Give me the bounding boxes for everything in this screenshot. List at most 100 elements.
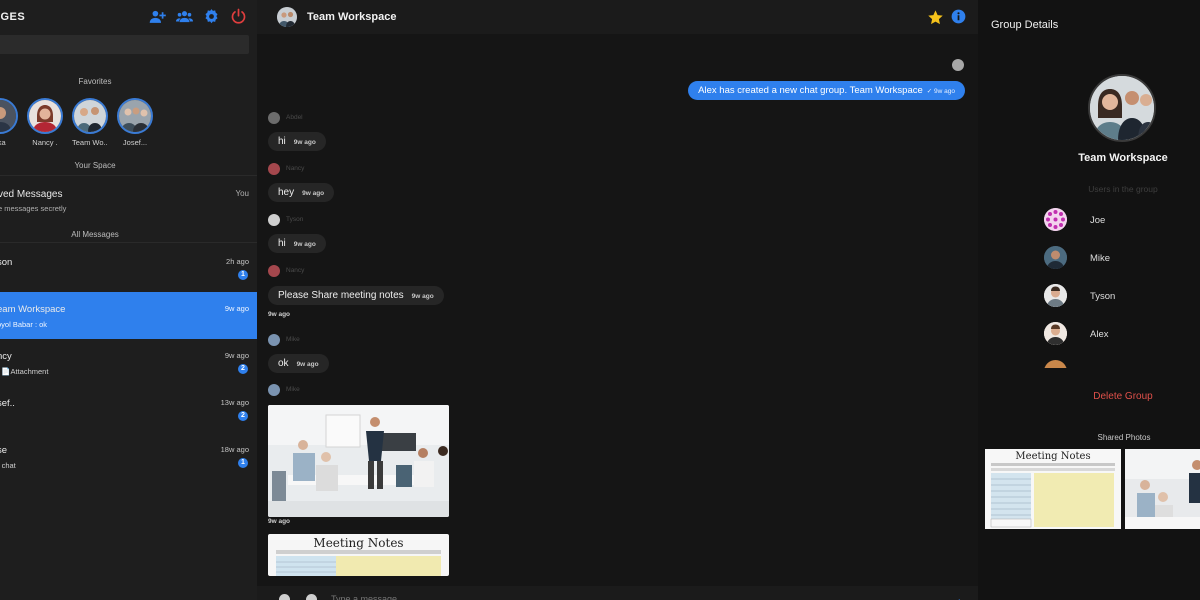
- avatar: [72, 98, 108, 134]
- message-time: 9w ago: [293, 139, 316, 146]
- chat-title[interactable]: Team Workspace: [307, 11, 396, 23]
- saved-messages-item[interactable]: ved Messages e messages secretly You: [0, 189, 257, 219]
- message-bubble[interactable]: ok 9w ago: [268, 354, 329, 373]
- avatar: [268, 265, 280, 277]
- sidebar-title: AGES: [0, 11, 26, 23]
- chat-panel: Team Workspace Alex has created a new ch…: [257, 0, 978, 600]
- message-input[interactable]: [331, 592, 891, 600]
- favorite-contact[interactable]: Team Wo...: [72, 98, 108, 147]
- saved-messages-subtitle: e messages secretly: [0, 204, 67, 213]
- avatar: [268, 334, 280, 346]
- conversation-item[interactable]: ncy : 📄Attachment 9w ago 2: [0, 339, 257, 386]
- conversation-list: son 2h ago 1 eam Workspace oyol Babar : …: [0, 245, 257, 480]
- notes-title: Meeting Notes: [1015, 451, 1091, 462]
- shared-photo[interactable]: [1125, 449, 1200, 529]
- conversation-item[interactable]: son 2h ago 1: [0, 245, 257, 292]
- message-time: 9w ago: [268, 311, 291, 318]
- group-name: Team Workspace: [1078, 152, 1168, 164]
- send-icon[interactable]: [948, 593, 960, 600]
- message-time: 9w ago: [296, 361, 319, 368]
- saved-messages-tag: You: [235, 189, 250, 198]
- conversation-name: ncy: [0, 351, 12, 362]
- member-item[interactable]: Alex: [1044, 322, 1184, 360]
- meeting-notes-attachment[interactable]: Meeting Notes: [268, 534, 449, 576]
- avatar: [1044, 322, 1067, 345]
- system-message: Alex has created a new chat group. Team …: [688, 81, 965, 100]
- member-item[interactable]: Tyson: [1044, 284, 1184, 322]
- member-item[interactable]: Joe: [1044, 208, 1184, 246]
- message-composer: [257, 586, 978, 600]
- sender-name: Mike: [286, 336, 300, 343]
- member-name: Alex: [1090, 329, 1109, 340]
- avatar: [268, 384, 280, 396]
- sender-name: Tyson: [286, 216, 304, 223]
- sidebar-toolbar: [149, 8, 247, 25]
- info-icon[interactable]: [951, 9, 968, 26]
- message-bubble[interactable]: hi 9w ago: [268, 234, 326, 253]
- favorite-contact[interactable]: Josef...: [117, 98, 153, 147]
- member-name: Tyson: [1090, 291, 1116, 302]
- new-group-icon[interactable]: [176, 8, 193, 25]
- divider: [0, 242, 257, 243]
- favorites-label: Favorites: [78, 77, 112, 86]
- avatar: [268, 163, 280, 175]
- conversation-time: 9w ago: [224, 304, 249, 313]
- message-text: hey: [278, 187, 295, 198]
- member-name: Joe: [1090, 215, 1106, 226]
- star-favorite-icon[interactable]: [927, 9, 944, 26]
- conversation-item-active[interactable]: eam Workspace oyol Babar : ok 9w ago: [0, 292, 257, 339]
- sender-name: Nancy: [286, 165, 305, 172]
- delete-group-button[interactable]: Delete Group: [1078, 391, 1168, 402]
- avatar: [117, 98, 153, 134]
- member-item[interactable]: Mike: [1044, 246, 1184, 284]
- conversation-preview: : 📄Attachment: [0, 367, 49, 376]
- message-text: ok: [278, 358, 289, 369]
- conversation-item[interactable]: sef.. 13w ago 2: [0, 386, 257, 433]
- conversation-name: son: [0, 257, 13, 268]
- add-contact-icon[interactable]: [149, 8, 166, 25]
- notes-title: Meeting Notes: [313, 536, 404, 550]
- shared-photos-grid: Meeting Notes: [985, 449, 1200, 529]
- meeting-photo-attachment[interactable]: [268, 405, 449, 517]
- message-bubble[interactable]: Please Share meeting notes 9w ago: [268, 286, 444, 305]
- conversation-name: sef..: [0, 398, 15, 409]
- divider: [0, 175, 257, 176]
- unread-badge: 2: [238, 411, 248, 421]
- conversation-preview: r chat: [0, 461, 16, 470]
- message-bubble[interactable]: hi 9w ago: [268, 132, 326, 151]
- message-time: 9w ago: [302, 190, 325, 197]
- group-avatar-large[interactable]: [1088, 74, 1156, 142]
- power-logout-icon[interactable]: [230, 8, 247, 25]
- shared-photo[interactable]: Meeting Notes: [985, 449, 1121, 529]
- group-avatar[interactable]: [277, 7, 297, 27]
- emoji-icon[interactable]: [279, 594, 290, 600]
- message-time: 9w ago: [293, 241, 316, 248]
- favorite-contact[interactable]: Nancy .: [27, 98, 63, 147]
- message-time: 9w ago: [268, 518, 291, 525]
- attachment-icon[interactable]: [306, 594, 317, 600]
- favorite-name: Nancy .: [32, 138, 58, 147]
- favorites-row: lika Nancy . Team Wo... Josef...: [0, 98, 153, 147]
- avatar: [1044, 360, 1067, 368]
- message-text: hi: [278, 238, 286, 249]
- member-list: Joe Mike Tyson Alex: [1044, 208, 1184, 368]
- message-bubble[interactable]: hey 9w ago: [268, 183, 335, 202]
- messenger-app: AGES Favorites: [0, 0, 1200, 600]
- avatar: [952, 59, 964, 71]
- conversation-item[interactable]: se r chat 18w ago 1: [0, 433, 257, 480]
- favorite-contact[interactable]: lika: [0, 98, 18, 147]
- all-messages-label: All Messages: [71, 230, 119, 239]
- your-space-label: Your Space: [74, 161, 116, 170]
- settings-gear-icon[interactable]: [203, 8, 220, 25]
- avatar: [0, 98, 18, 134]
- unread-badge: 2: [238, 364, 248, 374]
- chat-header: Team Workspace: [257, 0, 978, 34]
- sender-name: Nancy: [286, 267, 305, 274]
- message-text: hi: [278, 136, 286, 147]
- conversation-search-input[interactable]: [0, 35, 249, 54]
- saved-messages-title: ved Messages: [0, 189, 63, 200]
- avatar: [268, 214, 280, 226]
- member-item[interactable]: [1044, 360, 1184, 368]
- avatar: [268, 112, 280, 124]
- unread-badge: 1: [238, 270, 248, 280]
